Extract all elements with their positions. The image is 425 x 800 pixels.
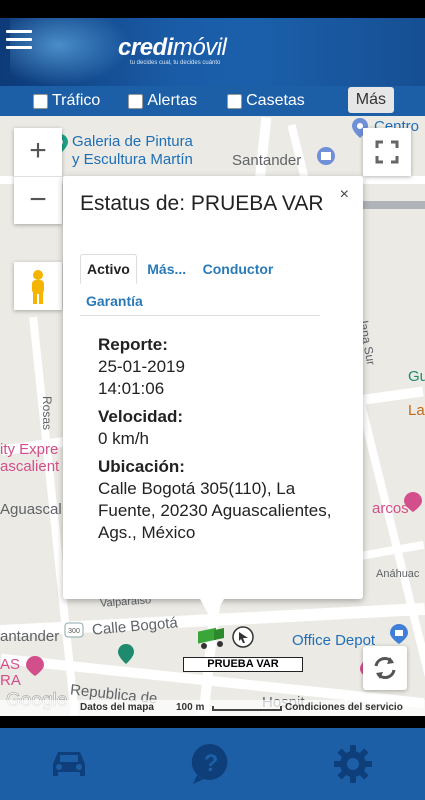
fullscreen-icon[interactable]	[363, 128, 411, 176]
map-label: antander	[0, 628, 60, 645]
refresh-icon[interactable]	[363, 646, 407, 690]
shopping-pin-icon	[390, 624, 408, 644]
popup-content[interactable]: Reporte: 25-01-2019 14:01:06 Velocidad: …	[98, 328, 348, 566]
map-layer-toolbar: Tráfico Alertas Casetas Más	[0, 86, 425, 116]
casetas-checkbox[interactable]: Casetas	[227, 92, 305, 110]
mas-button[interactable]: Más	[347, 87, 394, 113]
map-label: AS	[0, 656, 21, 673]
terms-link[interactable]: Condiciones del servicio	[285, 702, 403, 713]
hamburger-menu-icon[interactable]	[6, 30, 32, 54]
map-label: Santander	[232, 152, 302, 169]
truck-marker-icon[interactable]	[196, 624, 230, 652]
svg-text:?: ?	[204, 750, 219, 777]
close-icon[interactable]: ×	[340, 186, 349, 204]
bottom-navigation: ?	[0, 728, 425, 800]
popup-tail	[200, 599, 224, 621]
reporte-label: Reporte:	[98, 335, 168, 354]
route-shield-icon: 300	[64, 622, 84, 638]
map-view[interactable]: Galeria de Pintura y Escultura Martín Sa…	[0, 116, 425, 716]
velocidad-label: Velocidad:	[98, 407, 184, 426]
restaurant-pin-icon	[26, 656, 44, 676]
map-label: y Escultura Martín	[72, 151, 193, 168]
tab-garantia[interactable]: Garantía	[80, 287, 149, 315]
logo-tagline: tu decides cual, tu decides cuánto	[130, 60, 221, 66]
gear-icon[interactable]	[331, 742, 375, 786]
trafico-checkbox[interactable]: Tráfico	[33, 92, 100, 110]
map-label: La	[408, 402, 425, 419]
hotel-pin-icon	[404, 492, 422, 512]
svg-text:300: 300	[68, 628, 80, 635]
vehicle-label: PRUEBA VAR	[183, 657, 303, 672]
map-label: ity Expre	[0, 441, 59, 458]
popup-tabs: Activo Más... Conductor Garantía	[80, 254, 320, 316]
map-label: Rosas	[40, 395, 55, 431]
alertas-checkbox[interactable]: Alertas	[128, 92, 197, 110]
reporte-value: 25-01-2019 14:01:06	[98, 357, 185, 398]
scale-bar	[212, 706, 282, 711]
map-label: Aguascal	[0, 501, 62, 518]
bank-poi-icon	[317, 147, 335, 165]
app-logo: credimóvil tu decides cual, tu decides c…	[118, 34, 227, 66]
zoom-out-button[interactable]: −	[14, 177, 62, 225]
heading-cursor-icon	[232, 626, 254, 648]
ubicacion-label: Ubicación:	[98, 457, 185, 476]
app-header: credimóvil tu decides cual, tu decides c…	[0, 18, 425, 86]
map-attribution: Datos del mapa 100 m Condiciones del ser…	[0, 700, 425, 716]
zoom-in-button[interactable]: +	[14, 128, 62, 176]
tab-conductor[interactable]: Conductor	[197, 255, 280, 283]
map-data-link[interactable]: Datos del mapa	[80, 702, 154, 713]
map-label: RA	[0, 672, 21, 689]
tab-mas[interactable]: Más...	[141, 255, 192, 283]
map-label: Calle Bogotá	[91, 614, 179, 639]
car-icon[interactable]	[47, 742, 91, 786]
map-label: ascalient	[0, 458, 60, 475]
map-label: Gu	[408, 368, 425, 385]
map-label: Anáhuac	[376, 568, 420, 580]
tab-activo[interactable]: Activo	[80, 254, 137, 284]
place-pin-icon	[118, 644, 134, 664]
map-label: Galeria de Pintura	[72, 133, 193, 150]
vehicle-info-window: Estatus de: PRUEBA VAR × Activo Más... C…	[63, 176, 363, 599]
popup-title: Estatus de: PRUEBA VAR	[80, 192, 324, 215]
velocidad-value: 0 km/h	[98, 429, 150, 448]
status-bar	[0, 0, 425, 18]
help-icon[interactable]: ?	[189, 742, 233, 786]
ubicacion-value: Calle Bogotá 305(110), La Fuente, 20230 …	[98, 479, 332, 542]
street-view-pegman-icon[interactable]	[14, 262, 62, 310]
zoom-control: + −	[14, 128, 62, 224]
map-scale: 100 m	[176, 702, 205, 713]
